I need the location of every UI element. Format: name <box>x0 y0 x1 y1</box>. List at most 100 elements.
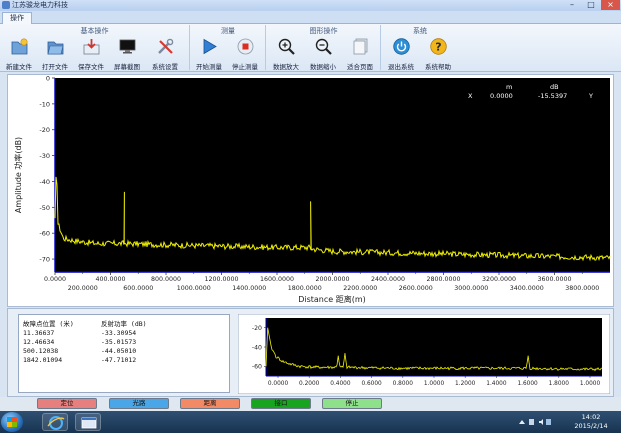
app-icon <box>2 1 10 9</box>
zoom-out-button[interactable]: 数据缩小 <box>306 37 340 71</box>
x-tick-label: 3600.0000 <box>537 276 571 283</box>
fit-page-button[interactable]: 适合页面 <box>343 37 377 71</box>
overview-y-tick-label: -40 <box>252 344 262 351</box>
x-tick-label: 2400.0000 <box>371 276 405 283</box>
table-header-power: 反射功率 (dB) <box>101 320 147 328</box>
main-plot-background <box>55 78 610 272</box>
x-tick-label: 2200.0000 <box>343 285 377 292</box>
overview-x-tick-label: 0.2000 <box>299 381 320 387</box>
table-cell[interactable]: 500.12038 <box>23 347 58 355</box>
optical-path-button[interactable]: 光路 <box>109 398 169 409</box>
open-file-button[interactable]: 打开文件 <box>38 37 72 71</box>
tab-operate[interactable]: 操作 <box>2 12 32 24</box>
readout-value-db: -15.5397 <box>538 92 567 100</box>
new-file-button[interactable]: 新建文件 <box>2 37 36 71</box>
table-cell[interactable]: -44.05010 <box>101 347 136 355</box>
readout-header-db: dB <box>550 83 559 91</box>
windows-logo-icon <box>7 417 17 427</box>
x-tick-label: 1200.0000 <box>204 276 238 283</box>
x-tick-label: 800.0000 <box>151 276 181 283</box>
open-file-label: 打开文件 <box>42 63 68 71</box>
table-cell[interactable]: -35.01573 <box>101 338 136 346</box>
x-tick-label: 1800.0000 <box>288 285 322 292</box>
zoom-in-icon <box>278 38 295 55</box>
stop-measure-button[interactable]: 停止测量 <box>228 37 262 71</box>
overview-chart[interactable]: -20 -40 -60 0.0000 0.2000 0.4000 0.6000 0.8000… <box>238 314 610 394</box>
overview-y-tick-label: -20 <box>252 325 262 332</box>
overview-x-tick-label: 1.8000 <box>549 381 570 387</box>
save-icon <box>83 39 100 55</box>
tray-icons[interactable] <box>518 418 552 426</box>
taskbar-app-explorer[interactable] <box>42 413 68 431</box>
folder-open-icon <box>47 41 64 55</box>
x-tick-label: 1600.0000 <box>260 276 294 283</box>
table-cell[interactable]: 12.46634 <box>23 338 54 346</box>
zoom-in-label: 数据放大 <box>273 63 299 71</box>
table-cell[interactable]: 11.36637 <box>23 329 54 337</box>
fit-page-icon <box>353 38 368 55</box>
save-file-button[interactable]: 保存文件 <box>74 37 108 71</box>
start-button[interactable] <box>1 412 23 432</box>
minimize-button[interactable]: – <box>563 0 581 10</box>
maximize-button[interactable]: □ <box>582 0 600 10</box>
interface-button[interactable]: 接口 <box>251 398 311 409</box>
help-icon: ? <box>430 38 447 55</box>
taskbar: 14:02 2015/2/14 <box>0 411 621 433</box>
close-button[interactable]: × <box>601 0 620 10</box>
y-tick-label: -20 <box>39 126 50 134</box>
y-tick-label: 0 <box>46 75 50 83</box>
main-trace-chart[interactable]: 0 -10 -20 -30 -40 -50 -60 -70 0.0000 400.0000 800… <box>7 74 614 307</box>
overview-x-tick-label: 0.0000 <box>268 381 289 387</box>
x-tick-label: 2000.0000 <box>315 276 349 283</box>
ribbon-tab-bar: 操作 <box>0 11 621 24</box>
x-tick-label: 0.0000 <box>44 276 66 283</box>
table-header-position: 故障点位置 (米) <box>23 320 74 328</box>
y-tick-label: -10 <box>39 100 50 108</box>
folder-new-icon <box>11 38 28 55</box>
overview-x-tick-label: 0.4000 <box>330 381 351 387</box>
ie-icon <box>47 416 65 430</box>
screenshot-button[interactable]: 屏幕截图 <box>110 37 144 71</box>
exit-system-label: 退出系统 <box>388 63 414 71</box>
flag-icon <box>546 419 551 425</box>
x-tick-label: 2800.0000 <box>426 276 460 283</box>
stop-button[interactable]: 停止 <box>322 398 382 409</box>
exit-system-button[interactable]: 退出系统 <box>384 37 418 71</box>
x-tick-label: 1000.0000 <box>177 285 211 292</box>
zoom-out-label: 数据缩小 <box>310 63 336 71</box>
taskbar-app-fault-locator[interactable] <box>75 413 101 431</box>
x-tick-label: 3200.0000 <box>482 276 516 283</box>
x-tick-label: 3000.0000 <box>454 285 488 292</box>
table-cell[interactable]: 1842.01094 <box>23 356 62 364</box>
x-tick-label: 3400.0000 <box>510 285 544 292</box>
clock-time[interactable]: 14:02 <box>566 413 616 421</box>
locate-button[interactable]: 定位 <box>37 398 97 409</box>
y-tick-label: -30 <box>39 152 50 160</box>
y-tick-label: -40 <box>39 178 50 186</box>
overview-x-tick-label: 0.6000 <box>361 381 382 387</box>
x-tick-label: 3800.0000 <box>565 285 599 292</box>
title-bar: 江苏骏龙电力科技 – □ × <box>0 0 621 11</box>
system-help-button[interactable]: ? 系统帮助 <box>421 37 455 71</box>
window-title: 江苏骏龙电力科技 <box>12 1 68 9</box>
table-cell[interactable]: -33.30954 <box>101 329 136 337</box>
zoom-in-button[interactable]: 数据放大 <box>269 37 303 71</box>
distance-button[interactable]: 距离 <box>180 398 240 409</box>
save-file-label: 保存文件 <box>78 63 104 71</box>
table-cell[interactable]: -47.71012 <box>101 356 136 364</box>
group-title-system: 系统 <box>413 27 427 35</box>
x-tick-label: 600.0000 <box>123 285 153 292</box>
tools-icon <box>158 38 174 54</box>
y-tick-label: -70 <box>39 256 50 264</box>
x-tick-label: 400.0000 <box>95 276 125 283</box>
overview-y-tick-label: -60 <box>252 364 262 371</box>
start-measure-button[interactable]: 开始测量 <box>192 37 226 71</box>
ribbon: 基本操作 新建文件 打开文件 保存文件 屏幕截图 系统设置 测量 开始测量 停止… <box>0 24 621 72</box>
group-title-basic: 基本操作 <box>80 27 109 35</box>
clock-date[interactable]: 2015/2/14 <box>566 422 616 430</box>
start-measure-label: 开始测量 <box>196 63 222 71</box>
readout-header-m: m <box>506 83 512 91</box>
network-icon <box>529 419 534 425</box>
group-title-measure: 测量 <box>221 27 235 35</box>
system-settings-button[interactable]: 系统设置 <box>148 37 182 71</box>
